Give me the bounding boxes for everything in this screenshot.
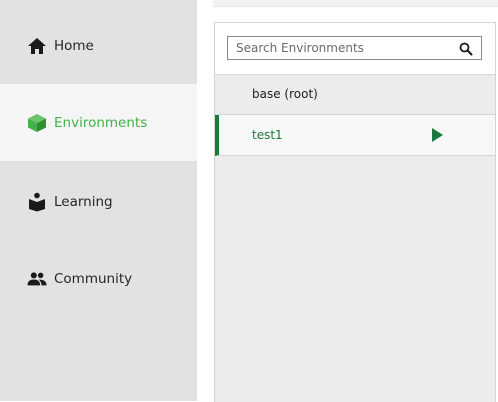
play-icon[interactable] <box>432 128 443 142</box>
sidebar-item-community[interactable]: Community <box>0 240 197 317</box>
home-icon <box>27 36 47 56</box>
cube-icon <box>27 113 47 133</box>
sidebar-item-label: Home <box>54 37 94 54</box>
people-icon <box>27 269 47 289</box>
sidebar-item-learning[interactable]: Learning <box>0 163 197 240</box>
environment-name: base (root) <box>252 87 318 101</box>
search-icon[interactable] <box>459 41 473 56</box>
book-reader-icon <box>27 192 47 212</box>
search-box <box>227 36 482 60</box>
sidebar-item-environments[interactable]: Environments <box>0 84 197 161</box>
search-input[interactable] <box>228 37 456 59</box>
gutter <box>197 0 213 401</box>
environment-row-test1[interactable]: test1 <box>215 115 495 156</box>
environments-panel: base (root) test1 <box>214 22 496 402</box>
sidebar-item-label: Learning <box>54 193 113 210</box>
search-area <box>215 23 495 75</box>
environment-row-base[interactable]: base (root) <box>215 74 495 115</box>
environment-name: test1 <box>252 128 283 142</box>
sidebar-item-label: Community <box>54 270 133 287</box>
sidebar: Home Environments Learning Community <box>0 0 197 401</box>
sidebar-item-label: Environments <box>54 114 148 131</box>
sidebar-item-home[interactable]: Home <box>0 7 197 84</box>
top-strip <box>197 0 498 7</box>
